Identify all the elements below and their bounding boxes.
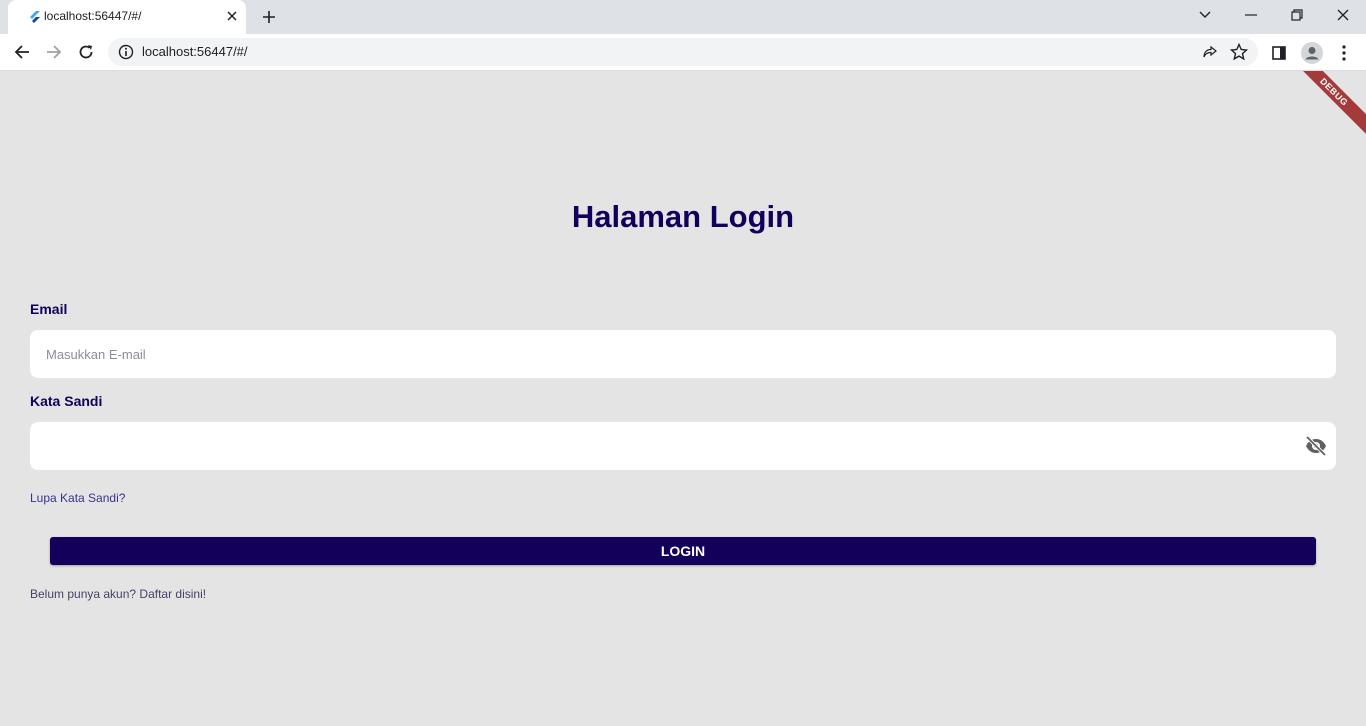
register-link[interactable]: Belum punya akun? Daftar disini! — [30, 587, 206, 601]
close-window-icon[interactable] — [1320, 0, 1366, 30]
app-viewport: DEBUG Halaman Login Email Kata Sandi Lup… — [0, 71, 1366, 726]
forgot-password-link[interactable]: Lupa Kata Sandi? — [30, 491, 125, 505]
password-label: Kata Sandi — [30, 393, 103, 409]
info-icon[interactable] — [118, 44, 134, 60]
url-text[interactable]: localhost:56447/#/ — [142, 44, 248, 59]
page-title: Halaman Login — [571, 199, 795, 234]
address-bar[interactable]: localhost:56447/#/ — [108, 38, 1258, 66]
close-icon[interactable] — [224, 8, 240, 24]
bookmark-star-icon[interactable] — [1230, 43, 1248, 61]
new-tab-button[interactable] — [258, 6, 280, 28]
browser-toolbar: localhost:56447/#/ — [0, 34, 1366, 71]
email-field[interactable] — [30, 330, 1336, 378]
forward-button[interactable] — [41, 39, 67, 65]
profile-avatar-icon[interactable] — [1300, 41, 1324, 65]
password-field[interactable] — [30, 422, 1336, 470]
email-input[interactable] — [46, 330, 1286, 378]
flutter-icon — [30, 11, 40, 23]
email-label: Email — [30, 301, 68, 317]
side-panel-icon[interactable] — [1267, 41, 1291, 65]
tab-strip: localhost:56447/#/ — [0, 0, 1366, 34]
menu-kebab-icon[interactable] — [1332, 41, 1356, 65]
tab-search-icon[interactable] — [1182, 0, 1228, 30]
login-button[interactable]: LOGIN — [50, 537, 1316, 565]
restore-icon[interactable] — [1274, 0, 1320, 30]
reload-button[interactable] — [73, 39, 99, 65]
back-button[interactable] — [9, 39, 35, 65]
debug-banner: DEBUG — [1286, 71, 1366, 140]
share-icon[interactable] — [1202, 44, 1218, 60]
browser-tab[interactable]: localhost:56447/#/ — [8, 0, 246, 34]
password-input[interactable] — [46, 422, 1286, 470]
visibility-off-icon[interactable] — [1304, 434, 1328, 458]
tab-title: localhost:56447/#/ — [44, 9, 142, 23]
minimize-icon[interactable] — [1228, 0, 1274, 30]
